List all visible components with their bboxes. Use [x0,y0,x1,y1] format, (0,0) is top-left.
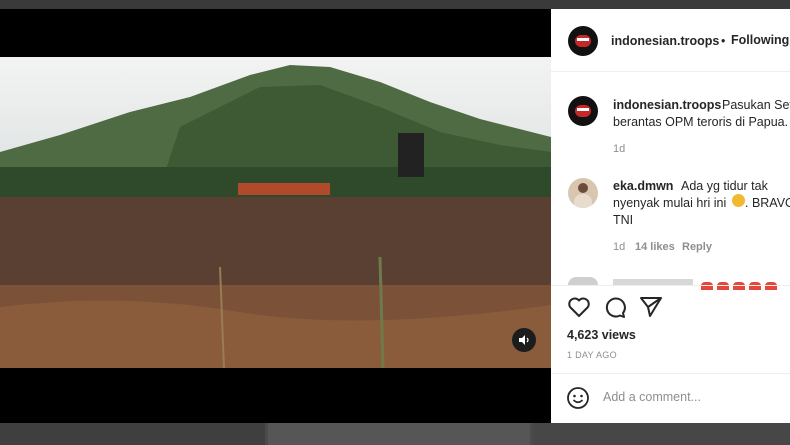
comment-text-line1: Ada yg tidur tak [681,179,768,193]
related-thumb-3[interactable] [533,423,790,445]
post-video[interactable] [0,57,551,368]
caption-time[interactable]: 1d [613,143,625,155]
comment-box-divider [551,373,790,374]
related-thumb-2[interactable] [268,423,530,445]
heart-emoji-row [701,277,787,290]
author-username[interactable]: indonesian.troops [611,34,719,48]
caption-avatar[interactable] [568,96,598,126]
following-button[interactable]: Following [731,33,789,47]
comment-text-tail: . BRAVO [745,196,790,210]
commenter-avatar[interactable] [568,178,598,208]
next-comment-avatar [568,277,598,285]
comment-reply-button[interactable]: Reply [682,241,712,253]
comment-time[interactable]: 1d [613,241,625,253]
emoji-icon[interactable] [566,386,590,410]
sound-icon [519,335,529,345]
heart-icon[interactable] [567,296,591,318]
caption-text-line1: Pasukan Set [722,98,790,112]
post-header: indonesian.troops • Following [551,9,790,72]
video-frame [0,57,551,368]
comment-username[interactable]: eka.dmwn [613,179,673,193]
comment-likes[interactable]: 14 likes [635,241,675,253]
comment-text-line3: TNI [613,213,634,227]
comment-text-line2: nyenyak mulai hri ini [613,196,727,210]
posted-time: 1 DAY AGO [567,350,617,360]
related-posts-strip [0,423,790,445]
share-icon[interactable] [639,296,663,318]
separator-dot: • [721,34,726,48]
comment-icon[interactable] [603,296,627,318]
caption-username[interactable]: indonesian.troops [613,98,721,112]
related-thumb-1[interactable] [0,423,265,445]
post-side-panel: indonesian.troops • Following indonesian… [551,9,790,423]
clap-emoji-icon [732,194,745,207]
add-comment-input[interactable]: Add a comment... [603,390,701,404]
author-avatar[interactable] [568,26,598,56]
browser-top-bar [0,0,790,9]
caption-text-line2: berantas OPM teroris di Papua. [613,115,789,129]
sound-toggle-button[interactable] [512,328,536,352]
actions-divider [551,285,790,286]
views-count[interactable]: 4,623 views [567,328,636,342]
